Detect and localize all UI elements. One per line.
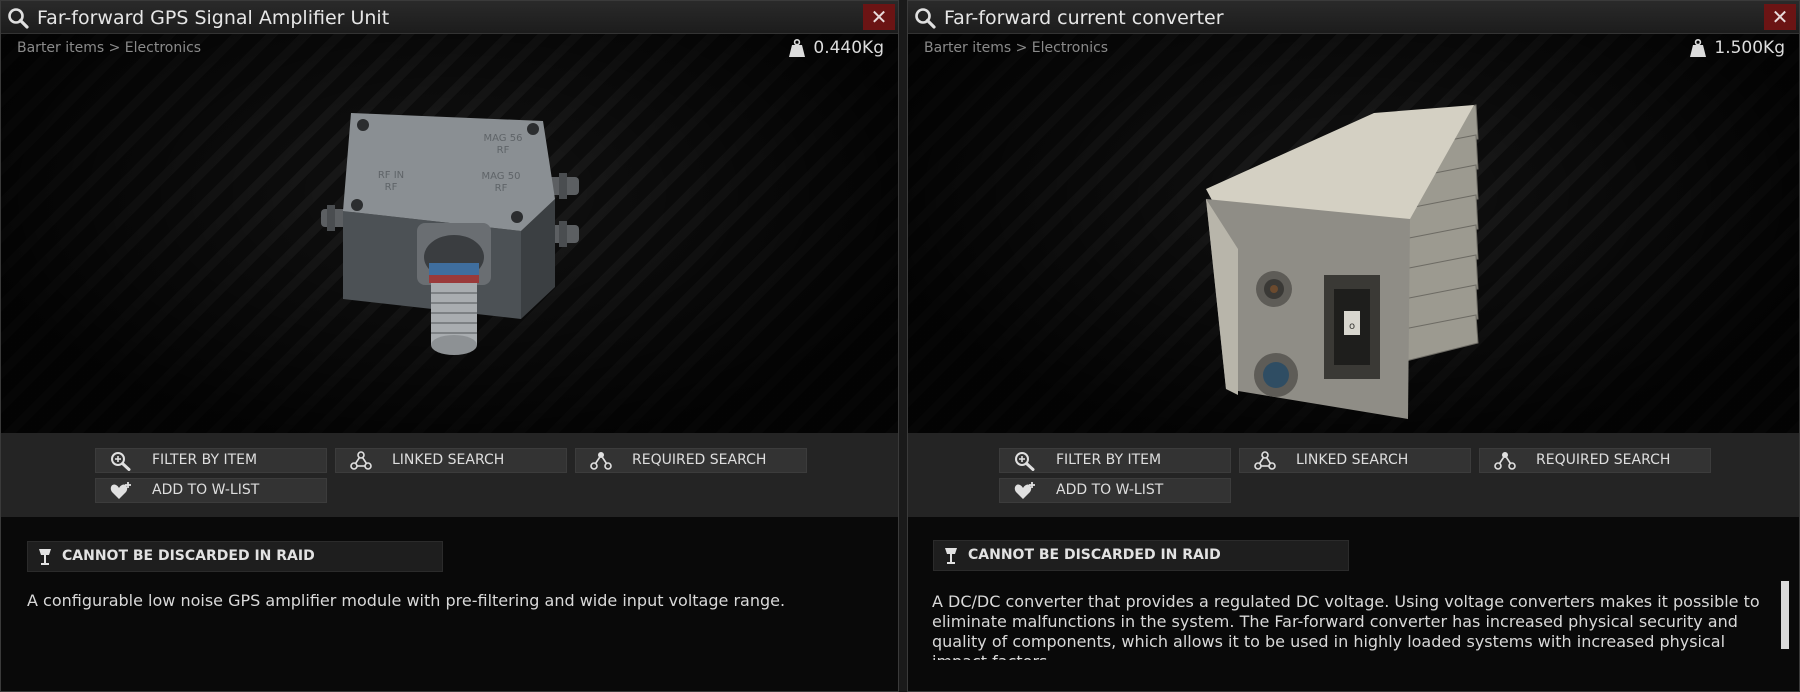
heart-plus-icon: [110, 482, 131, 499]
item-description: A DC/DC converter that provides a regula…: [932, 592, 1760, 660]
weight-value: 0.440Kg: [813, 38, 884, 58]
linked-search-button[interactable]: LINKED SEARCH: [1239, 448, 1471, 473]
button-label: LINKED SEARCH: [392, 452, 505, 468]
required-search-button[interactable]: REQUIRED SEARCH: [1479, 448, 1711, 473]
item-marking: RF: [385, 182, 398, 193]
add-to-wishlist-button[interactable]: ADD TO W-LIST: [999, 478, 1231, 503]
item-marking: RF: [495, 183, 508, 194]
badge-label: CANNOT BE DISCARDED IN RAID: [62, 548, 315, 564]
item-inspect-window-current-converter: o Far-forward current converter ✕ Barter…: [907, 0, 1800, 692]
required-nodes-icon: [1494, 452, 1516, 470]
no-discard-icon: [945, 548, 957, 564]
filter-by-item-button[interactable]: FILTER BY ITEM: [95, 448, 327, 473]
breadcrumb[interactable]: Barter items > Electronics: [17, 40, 201, 56]
filter-by-item-button[interactable]: FILTER BY ITEM: [999, 448, 1231, 473]
window-title: Far-forward GPS Signal Amplifier Unit: [37, 7, 390, 29]
button-label: FILTER BY ITEM: [1056, 452, 1162, 468]
button-label: ADD TO W-LIST: [152, 482, 260, 498]
cannot-discard-badge: CANNOT BE DISCARDED IN RAID: [933, 540, 1349, 571]
action-bar: FILTER BY ITEM LINKED SEARCH REQUIRED SE…: [908, 433, 1799, 517]
item-marking: MAG 56: [484, 133, 523, 144]
item-marking: RF: [497, 145, 510, 156]
button-label: REQUIRED SEARCH: [632, 452, 767, 468]
item-inspect-window-gps-amplifier: MAG 56 RF RF IN RF MAG 50 RF Far-forward…: [0, 0, 899, 692]
button-label: ADD TO W-LIST: [1056, 482, 1164, 498]
button-label: FILTER BY ITEM: [152, 452, 258, 468]
description-scrollbar[interactable]: [1781, 581, 1789, 649]
weight-value: 1.500Kg: [1714, 38, 1785, 58]
window-title: Far-forward current converter: [944, 7, 1224, 29]
zoom-plus-icon: [111, 452, 131, 471]
close-button[interactable]: ✕: [863, 4, 895, 30]
linked-search-button[interactable]: LINKED SEARCH: [335, 448, 567, 473]
weight-icon: [789, 39, 806, 57]
window-gap: [899, 0, 907, 692]
search-icon: [915, 8, 936, 29]
item-marking: RF IN: [378, 170, 404, 181]
action-bar: FILTER BY ITEM LINKED SEARCH REQUIRED SE…: [1, 433, 898, 517]
required-search-button[interactable]: REQUIRED SEARCH: [575, 448, 807, 473]
weight-icon: [1690, 39, 1707, 57]
item-preview-area: o: [908, 33, 1799, 433]
no-discard-icon: [39, 549, 51, 565]
button-label: REQUIRED SEARCH: [1536, 452, 1671, 468]
item-marking: MAG 50: [482, 171, 521, 182]
linked-nodes-icon: [350, 451, 372, 470]
item-weight: 1.500Kg: [1690, 38, 1785, 58]
breadcrumb[interactable]: Barter items > Electronics: [924, 40, 1108, 56]
button-label: LINKED SEARCH: [1296, 452, 1409, 468]
item-preview-area: MAG 56 RF RF IN RF MAG 50 RF: [1, 33, 898, 433]
svg-text:o: o: [1349, 321, 1355, 332]
gps-amplifier-image: MAG 56 RF RF IN RF MAG 50 RF: [321, 113, 579, 355]
window-titlebar[interactable]: Far-forward current converter ✕: [908, 1, 1799, 34]
zoom-plus-icon: [1015, 452, 1035, 471]
close-button[interactable]: ✕: [1764, 4, 1796, 30]
item-weight: 0.440Kg: [789, 38, 884, 58]
current-converter-image: o: [1206, 104, 1479, 419]
heart-plus-icon: [1014, 482, 1035, 499]
linked-nodes-icon: [1254, 451, 1276, 470]
cannot-discard-badge: CANNOT BE DISCARDED IN RAID: [27, 541, 443, 572]
search-icon: [8, 8, 29, 29]
item-description: A configurable low noise GPS amplifier m…: [27, 591, 786, 610]
add-to-wishlist-button[interactable]: ADD TO W-LIST: [95, 478, 327, 503]
window-titlebar[interactable]: Far-forward GPS Signal Amplifier Unit ✕: [1, 1, 898, 34]
badge-label: CANNOT BE DISCARDED IN RAID: [968, 547, 1221, 563]
required-nodes-icon: [590, 452, 612, 470]
